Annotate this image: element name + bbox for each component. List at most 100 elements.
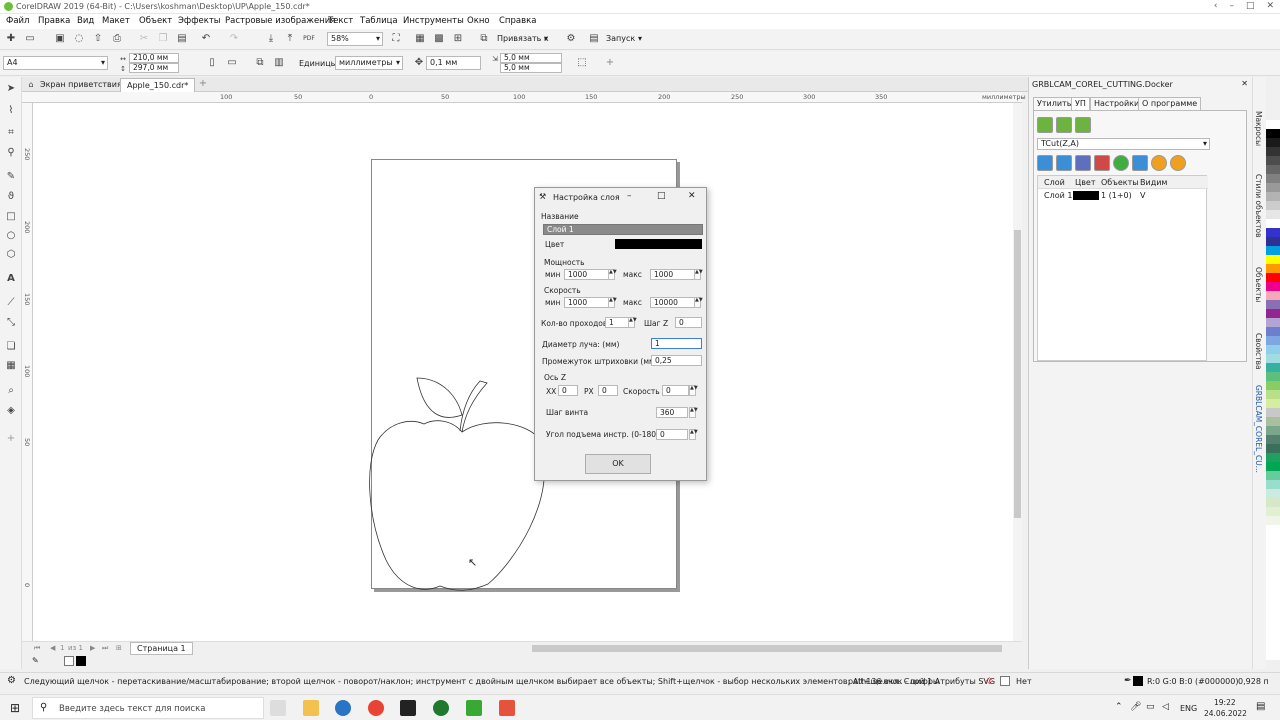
- close-icon[interactable]: ✕: [688, 191, 696, 201]
- px-field[interactable]: 0: [598, 385, 618, 396]
- undo-icon[interactable]: ↶: [200, 33, 212, 45]
- open-icon[interactable]: ▭: [24, 33, 36, 45]
- layer-name-field[interactable]: Слой 1: [543, 224, 703, 235]
- search-content-icon[interactable]: ◌: [73, 33, 85, 45]
- vertical-scroll-thumb[interactable]: [1014, 230, 1021, 518]
- spin-arrows-icon[interactable]: ▲▼: [694, 269, 703, 280]
- color-swatch[interactable]: [1266, 255, 1280, 264]
- speed2-field[interactable]: 0: [662, 385, 689, 396]
- corel-photo-icon[interactable]: [499, 700, 515, 716]
- color-swatch[interactable]: [1266, 192, 1280, 201]
- spin-arrows-icon[interactable]: ▲▼: [628, 317, 637, 328]
- color-swatch[interactable]: [1266, 399, 1280, 408]
- color-swatch[interactable]: [1266, 327, 1280, 336]
- screw-pitch-field[interactable]: 360: [656, 407, 688, 418]
- copy-icon[interactable]: ❐: [157, 33, 169, 45]
- menu-text[interactable]: Текст: [328, 16, 353, 26]
- mode-select[interactable]: TCut(Z,A) ▾: [1037, 138, 1210, 150]
- nudge-field[interactable]: 0,1 мм: [426, 56, 481, 70]
- color-swatch[interactable]: [1266, 300, 1280, 309]
- horizontal-scroll-thumb[interactable]: [532, 645, 1002, 652]
- crop-tool-icon[interactable]: ⌗: [5, 127, 17, 139]
- xx-field[interactable]: 0: [558, 385, 578, 396]
- page-height-field[interactable]: 297,0 мм: [129, 63, 179, 73]
- next-page-icon[interactable]: ▶: [90, 644, 95, 652]
- windows-start-icon[interactable]: ⊞: [10, 701, 20, 715]
- search-icon[interactable]: [1056, 155, 1072, 171]
- all-pages-icon[interactable]: ⧉: [254, 57, 266, 69]
- lift-angle-field[interactable]: 0: [656, 429, 688, 440]
- color-swatch[interactable]: [1266, 345, 1280, 354]
- color-swatch[interactable]: [1266, 174, 1280, 183]
- file-explorer-icon[interactable]: [303, 700, 319, 716]
- speed-min-field[interactable]: 1000: [564, 297, 609, 308]
- task-view-icon[interactable]: [270, 700, 286, 716]
- new-icon[interactable]: ✚: [5, 33, 17, 45]
- minimize-icon[interactable]: –: [627, 191, 632, 201]
- prev-page-icon[interactable]: ◀: [50, 644, 55, 652]
- transparency-icon[interactable]: ▦: [5, 360, 17, 372]
- save-icon[interactable]: ▣: [54, 33, 66, 45]
- color-swatch[interactable]: [1266, 183, 1280, 192]
- color-swatch[interactable]: [1266, 498, 1280, 507]
- power-min-field[interactable]: 1000: [564, 269, 609, 280]
- print-icon[interactable]: ⎙: [111, 33, 123, 45]
- menu-window[interactable]: Окно: [467, 16, 490, 26]
- stepz-field[interactable]: 0: [675, 317, 702, 328]
- color-swatch[interactable]: [1266, 201, 1280, 210]
- zoom-tool-icon[interactable]: ⚲: [5, 147, 17, 159]
- pdf-icon[interactable]: PDF: [303, 33, 315, 45]
- full-screen-icon[interactable]: ▦: [414, 33, 426, 45]
- tab-properties[interactable]: Свойства: [1254, 333, 1263, 370]
- landscape-icon[interactable]: ▭: [226, 57, 238, 69]
- color-swatch[interactable]: [1266, 471, 1280, 480]
- color-swatch[interactable]: [1266, 462, 1280, 471]
- split-icon[interactable]: [1094, 155, 1110, 171]
- color-swatch[interactable]: [1266, 165, 1280, 174]
- rectangle-tool-icon[interactable]: □: [5, 211, 17, 223]
- portrait-icon[interactable]: ▯: [206, 57, 218, 69]
- text-tool-icon[interactable]: A: [5, 273, 17, 285]
- color-swatch[interactable]: [1266, 408, 1280, 417]
- tab-page-1[interactable]: Страница 1: [130, 642, 193, 655]
- color-swatch[interactable]: [1266, 318, 1280, 327]
- zoom-select[interactable]: 58% ▾: [327, 32, 383, 46]
- page-border-icon[interactable]: ⬚: [576, 57, 588, 69]
- color-swatch[interactable]: [1266, 453, 1280, 462]
- redo-icon[interactable]: ↷: [228, 33, 240, 45]
- speed-max-field[interactable]: 10000: [650, 297, 695, 308]
- color-swatch[interactable]: [1266, 381, 1280, 390]
- language-indicator[interactable]: ENG: [1180, 704, 1197, 713]
- add-tab-icon[interactable]: +: [197, 78, 209, 90]
- menu-object[interactable]: Объект: [139, 16, 172, 26]
- tab-welcome-screen[interactable]: Экран приветствия: [34, 78, 128, 92]
- gear-icon[interactable]: ⚙: [565, 33, 577, 45]
- menu-tools[interactable]: Инструменты: [403, 16, 464, 26]
- color-swatch[interactable]: [1266, 372, 1280, 381]
- menu-layout[interactable]: Макет: [102, 16, 130, 26]
- check-icon[interactable]: [1113, 155, 1129, 171]
- layers-icon[interactable]: [1075, 155, 1091, 171]
- tab-objects[interactable]: Объекты: [1254, 267, 1263, 302]
- tab-apple-document[interactable]: Apple_150.cdr*: [120, 78, 196, 92]
- parallel-dimension-icon[interactable]: ⟋: [5, 297, 17, 309]
- passes-field[interactable]: 1: [605, 317, 629, 328]
- close-icon[interactable]: ✕: [1241, 79, 1248, 88]
- menu-effects[interactable]: Эффекты: [178, 16, 221, 26]
- clock-time[interactable]: 19:22: [1214, 698, 1236, 707]
- cut-icon[interactable]: ✂: [138, 33, 150, 45]
- import-icon[interactable]: ⤓: [265, 33, 277, 45]
- ok-button[interactable]: OK: [585, 454, 651, 474]
- tab-grblcam[interactable]: GRBLCAM_COREL_CU...: [1254, 385, 1263, 473]
- refresh-icon[interactable]: [1037, 155, 1053, 171]
- color-swatch[interactable]: [1266, 336, 1280, 345]
- paste-icon[interactable]: ▤: [176, 33, 188, 45]
- page-size-select[interactable]: A4 ▾: [3, 56, 108, 70]
- current-page-icon[interactable]: ▥: [273, 57, 285, 69]
- minimize-button[interactable]: –: [1229, 1, 1234, 11]
- units-select[interactable]: миллиметры ▾: [335, 56, 403, 70]
- snap-icon[interactable]: ⧉: [478, 33, 490, 45]
- maximize-button[interactable]: □: [1246, 1, 1255, 11]
- tab-about[interactable]: О программе: [1138, 97, 1202, 110]
- polygon-tool-icon[interactable]: ⬡: [5, 249, 17, 261]
